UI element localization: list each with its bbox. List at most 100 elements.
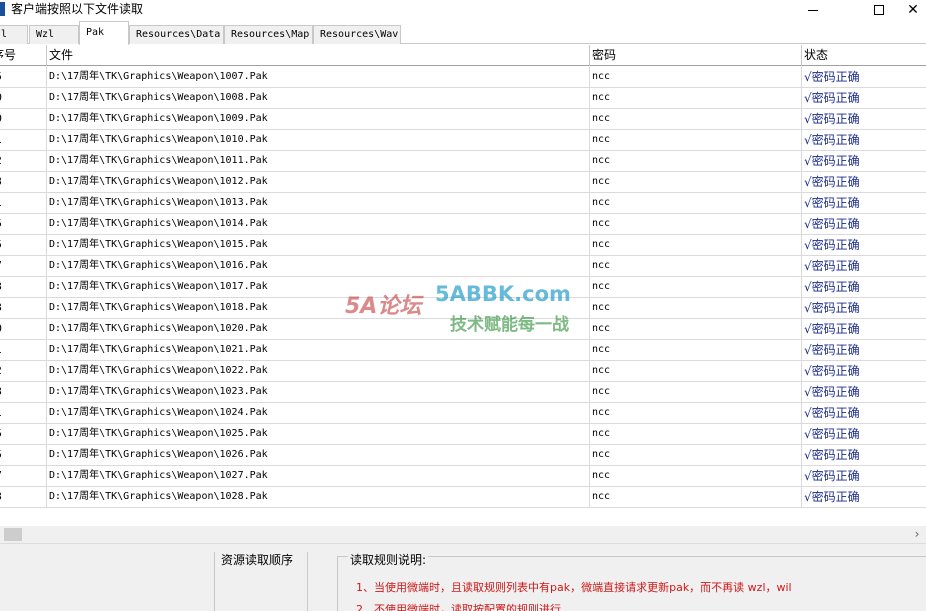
tab-pak[interactable]: Pak (79, 21, 129, 45)
table-row[interactable]: 3D:\17周年\TK\Graphics\Weapon\1018.Pakncc√… (0, 298, 926, 319)
maximize-icon (874, 5, 884, 15)
cell-file: D:\17周年\TK\Graphics\Weapon\1018.Pak (47, 298, 590, 318)
cell-index: 3 (0, 487, 47, 507)
cell-password: ncc (590, 340, 802, 360)
cell-index: 2 (0, 361, 47, 381)
cell-status: √密码正确 (804, 175, 860, 189)
table-row[interactable]: 5D:\17周年\TK\Graphics\Weapon\1014.Pakncc√… (0, 214, 926, 235)
scrollbar-thumb[interactable] (4, 528, 22, 541)
cell-password: ncc (590, 235, 802, 255)
close-icon: ✕ (907, 2, 919, 18)
cell-status: √密码正确 (804, 364, 860, 378)
tab-l[interactable]: l (0, 25, 28, 44)
cell-password: ncc (590, 151, 802, 171)
cell-index: 3 (0, 277, 47, 297)
cell-index: 5 (0, 235, 47, 255)
cell-file: D:\17周年\TK\Graphics\Weapon\1025.Pak (47, 424, 590, 444)
minimize-button[interactable] (790, 0, 836, 20)
close-button[interactable]: ✕ (900, 0, 926, 20)
cell-file: D:\17周年\TK\Graphics\Weapon\1009.Pak (47, 109, 590, 129)
cell-index: 1 (0, 403, 47, 423)
cell-file: D:\17周年\TK\Graphics\Weapon\1026.Pak (47, 445, 590, 465)
cell-status: √密码正确 (804, 343, 860, 357)
table-row[interactable]: 7D:\17周年\TK\Graphics\Weapon\1016.Pakncc√… (0, 256, 926, 277)
cell-index: 3 (0, 382, 47, 402)
cell-status: √密码正确 (804, 469, 860, 483)
column-header-status[interactable]: 状态 (802, 45, 926, 66)
cell-file: D:\17周年\TK\Graphics\Weapon\1015.Pak (47, 235, 590, 255)
cell-password: ncc (590, 67, 802, 87)
table-row[interactable]: 0D:\17周年\TK\Graphics\Weapon\1009.Pakncc√… (0, 109, 926, 130)
cell-password: ncc (590, 361, 802, 381)
table-row[interactable]: 2D:\17周年\TK\Graphics\Weapon\1011.Pakncc√… (0, 151, 926, 172)
cell-index: 5 (0, 214, 47, 234)
table-row[interactable]: 1D:\17周年\TK\Graphics\Weapon\1013.Pakncc√… (0, 193, 926, 214)
cell-file: D:\17周年\TK\Graphics\Weapon\1022.Pak (47, 361, 590, 381)
table-row[interactable]: 0D:\17周年\TK\Graphics\Weapon\1020.Pakncc√… (0, 319, 926, 340)
table-row[interactable]: 3D:\17周年\TK\Graphics\Weapon\1012.Pakncc√… (0, 172, 926, 193)
cell-index: 0 (0, 88, 47, 108)
cell-status: √密码正确 (804, 385, 860, 399)
cell-password: ncc (590, 256, 802, 276)
table-row[interactable]: 5D:\17周年\TK\Graphics\Weapon\1025.Pakncc√… (0, 424, 926, 445)
tab-wzl[interactable]: Wzl (29, 25, 79, 44)
table-row[interactable]: 5D:\17周年\TK\Graphics\Weapon\1015.Pakncc√… (0, 235, 926, 256)
tab-resources-wav[interactable]: Resources\Wav (313, 25, 401, 44)
grid-header: 序号 文件 密码 状态 (0, 45, 926, 66)
table-row[interactable]: 1D:\17周年\TK\Graphics\Weapon\1010.Pakncc√… (0, 130, 926, 151)
cell-password: ncc (590, 130, 802, 150)
table-row[interactable]: 0D:\17周年\TK\Graphics\Weapon\1008.Pakncc√… (0, 88, 926, 109)
cell-status: √密码正确 (804, 154, 860, 168)
cell-password: ncc (590, 487, 802, 507)
cell-status: √密码正确 (804, 301, 860, 315)
horizontal-scrollbar[interactable]: › (0, 526, 926, 543)
cell-status: √密码正确 (804, 217, 860, 231)
tab-label: Resources\Map (231, 29, 310, 40)
cell-status: √密码正确 (804, 427, 860, 441)
table-row[interactable]: 5D:\17周年\TK\Graphics\Weapon\1007.Pakncc√… (0, 67, 926, 88)
table-row[interactable]: 5D:\17周年\TK\Graphics\Weapon\1026.Pakncc√… (0, 445, 926, 466)
cell-status: √密码正确 (804, 406, 860, 420)
cell-index: 3 (0, 172, 47, 192)
cell-file: D:\17周年\TK\Graphics\Weapon\1024.Pak (47, 403, 590, 423)
table-row[interactable]: 1D:\17周年\TK\Graphics\Weapon\1021.Pakncc√… (0, 340, 926, 361)
tab-label: Resources\Wav (320, 29, 399, 40)
table-row[interactable]: 7D:\17周年\TK\Graphics\Weapon\1027.Pakncc√… (0, 466, 926, 487)
table-row[interactable]: 3D:\17周年\TK\Graphics\Weapon\1028.Pakncc√… (0, 487, 926, 508)
app-icon (0, 2, 5, 16)
maximize-button[interactable] (856, 0, 902, 20)
cell-status: √密码正确 (804, 448, 860, 462)
table-row[interactable]: 3D:\17周年\TK\Graphics\Weapon\1017.Pakncc√… (0, 277, 926, 298)
cell-password: ncc (590, 109, 802, 129)
cell-file: D:\17周年\TK\Graphics\Weapon\1011.Pak (47, 151, 590, 171)
cell-index: 5 (0, 424, 47, 444)
cell-status: √密码正确 (804, 322, 860, 336)
table-row[interactable]: 1D:\17周年\TK\Graphics\Weapon\1024.Pakncc√… (0, 403, 926, 424)
cell-index: 1 (0, 130, 47, 150)
cell-file: D:\17周年\TK\Graphics\Weapon\1014.Pak (47, 214, 590, 234)
table-row[interactable]: 3D:\17周年\TK\Graphics\Weapon\1023.Pakncc√… (0, 382, 926, 403)
cell-password: ncc (590, 445, 802, 465)
column-header-password[interactable]: 密码 (590, 45, 802, 66)
column-header-file[interactable]: 文件 (47, 45, 590, 66)
column-header-index[interactable]: 序号 (0, 45, 47, 66)
cell-status: √密码正确 (804, 196, 860, 210)
tab-resources-map[interactable]: Resources\Map (224, 25, 313, 44)
file-grid[interactable]: 序号 文件 密码 状态 5D:\17周年\TK\Graphics\Weapon\… (0, 45, 926, 510)
cell-index: 1 (0, 340, 47, 360)
tab-resources-data[interactable]: Resources\Data (129, 25, 224, 44)
cell-password: ncc (590, 466, 802, 486)
cell-file: D:\17周年\TK\Graphics\Weapon\1016.Pak (47, 256, 590, 276)
cell-password: ncc (590, 214, 802, 234)
cell-file: D:\17周年\TK\Graphics\Weapon\1021.Pak (47, 340, 590, 360)
cell-file: D:\17周年\TK\Graphics\Weapon\1012.Pak (47, 172, 590, 192)
table-row[interactable]: 2D:\17周年\TK\Graphics\Weapon\1022.Pakncc√… (0, 361, 926, 382)
scroll-right-arrow-icon[interactable]: › (910, 526, 924, 543)
cell-password: ncc (590, 193, 802, 213)
cell-index: 7 (0, 256, 47, 276)
cell-password: ncc (590, 298, 802, 318)
cell-password: ncc (590, 382, 802, 402)
cell-status: √密码正确 (804, 238, 860, 252)
minimize-icon (808, 9, 818, 11)
cell-status: √密码正确 (804, 490, 860, 504)
